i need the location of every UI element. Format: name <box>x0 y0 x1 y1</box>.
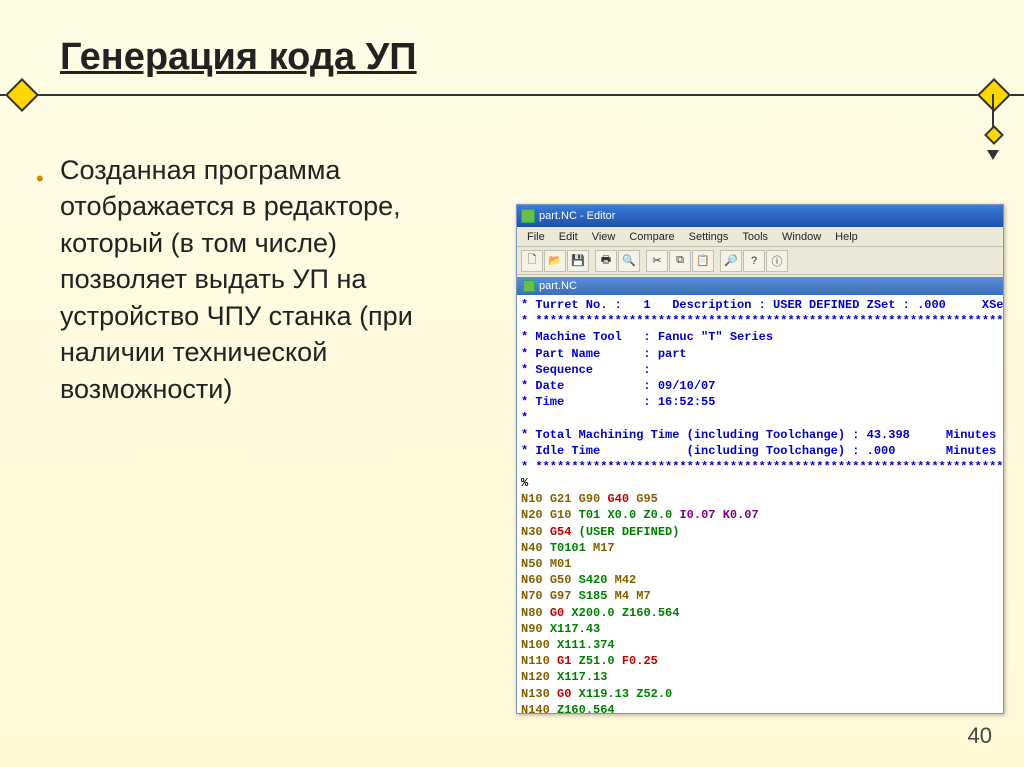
bullet-text: Созданная программа отображается в редак… <box>60 155 413 404</box>
document-tab[interactable]: part.NC <box>517 275 1003 295</box>
new-button[interactable]: 🗋 <box>521 250 543 272</box>
diamond-left-icon <box>5 78 39 112</box>
diamond-right-icon <box>977 78 1011 112</box>
menu-file[interactable]: File <box>521 229 551 245</box>
info-button[interactable]: ⓘ <box>766 250 788 272</box>
diamond-small-icon <box>984 125 1004 145</box>
help-button[interactable]: ? <box>743 250 765 272</box>
print-button[interactable]: 🖶 <box>595 250 617 272</box>
menu-settings[interactable]: Settings <box>683 229 735 245</box>
menu-compare[interactable]: Compare <box>623 229 680 245</box>
copy-button[interactable]: ⧉ <box>669 250 691 272</box>
save-button[interactable]: 💾 <box>567 250 589 272</box>
code-editor-area[interactable]: * Turret No. : 1 Description : USER DEFI… <box>517 295 1003 713</box>
cut-button[interactable]: ✂ <box>646 250 668 272</box>
menu-window[interactable]: Window <box>776 229 827 245</box>
doc-icon <box>523 280 535 292</box>
window-title: part.NC - Editor <box>539 210 615 222</box>
menu-edit[interactable]: Edit <box>553 229 584 245</box>
menu-tools[interactable]: Tools <box>736 229 774 245</box>
menu-view[interactable]: View <box>586 229 622 245</box>
slide-title: Генерация кода УП <box>60 36 417 79</box>
open-button[interactable]: 📂 <box>544 250 566 272</box>
toolbar: 🗋 📂 💾 🖶 🔍 ✂ ⧉ 📋 🔎 ? ⓘ <box>517 247 1003 275</box>
preview-button[interactable]: 🔍 <box>618 250 640 272</box>
bullet-icon: • <box>36 164 44 194</box>
find-button[interactable]: 🔎 <box>720 250 742 272</box>
slide-bullet: • Созданная программа отображается в ред… <box>60 152 460 407</box>
paste-button[interactable]: 📋 <box>692 250 714 272</box>
app-icon <box>521 209 535 223</box>
menubar: File Edit View Compare Settings Tools Wi… <box>517 227 1003 247</box>
page-number: 40 <box>968 723 992 749</box>
decorative-line <box>0 94 1024 96</box>
arrow-down-icon <box>987 150 999 160</box>
menu-help[interactable]: Help <box>829 229 864 245</box>
window-titlebar[interactable]: part.NC - Editor <box>517 205 1003 227</box>
editor-window: part.NC - Editor File Edit View Compare … <box>516 204 1004 714</box>
document-tab-label: part.NC <box>539 280 577 292</box>
